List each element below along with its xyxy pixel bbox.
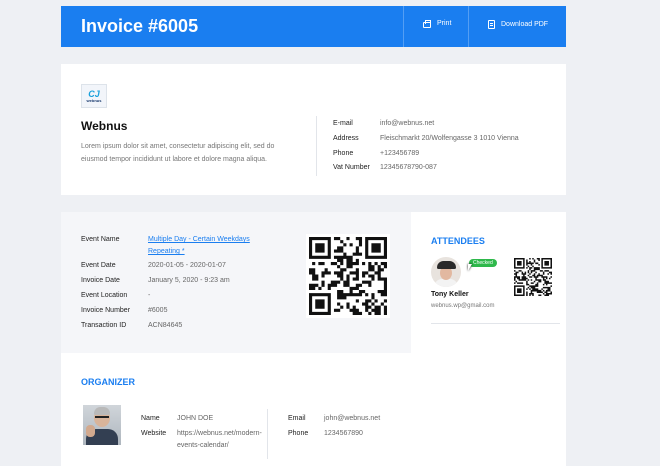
pdf-icon: [488, 20, 495, 29]
phone-key: Phone: [333, 150, 354, 157]
mouse-cursor-icon: [468, 264, 472, 271]
organizer-phone-value: 1234567890: [324, 430, 363, 437]
divider: [316, 116, 317, 176]
organizer-email-value[interactable]: john@webnus.net: [324, 413, 380, 425]
event-name-key: Event Name: [81, 236, 120, 243]
organizer-website-key: Website: [141, 430, 167, 437]
company-card: CJ webnus Webnus Lorem ipsum dolor sit a…: [61, 64, 566, 195]
email-value[interactable]: info@webnus.net: [380, 120, 434, 127]
event-location-value: -: [148, 292, 151, 299]
organizer-title: ORGANIZER: [81, 377, 135, 387]
print-label: Print: [437, 20, 452, 27]
address-key: Address: [333, 135, 359, 142]
attendee-name: Tony Keller: [431, 291, 469, 298]
vat-key: Vat Number: [333, 164, 370, 171]
organizer-phone-key: Phone: [288, 430, 309, 437]
event-date-key: Event Date: [81, 262, 116, 269]
organizer-website-link[interactable]: https://webnus.net/modern-events-calenda…: [177, 428, 267, 452]
email-key: E-mail: [333, 120, 353, 127]
invoice-number-key: Invoice Number: [81, 307, 131, 314]
header-divider: [403, 6, 404, 47]
print-button[interactable]: Print: [423, 19, 452, 28]
event-details-card: Event Name Multiple Day - Certain Weekda…: [61, 212, 411, 353]
organizer-card: ORGANIZER Name JOHN DOE Website https://…: [61, 353, 411, 466]
checked-badge[interactable]: Checked: [469, 259, 497, 267]
page-title: Invoice #6005: [81, 16, 199, 36]
attendee-qr-code: [512, 256, 554, 298]
divider: [267, 409, 268, 459]
divider: [431, 323, 560, 324]
vat-value: 12345678790-087: [380, 164, 437, 171]
event-name-link[interactable]: Multiple Day - Certain Weekdays Repeatin…: [148, 234, 273, 258]
header-divider: [468, 6, 469, 47]
invoice-qr-code: [306, 234, 390, 318]
event-location-key: Event Location: [81, 292, 128, 299]
company-description: Lorem ipsum dolor sit amet, consectetur …: [81, 143, 275, 163]
organizer-photo: [83, 405, 121, 445]
invoice-date-value: January 5, 2020 - 9:23 am: [148, 277, 230, 284]
attendee-avatar: [431, 257, 461, 287]
event-date-value: 2020-01-05 - 2020-01-07: [148, 262, 226, 269]
download-pdf-button[interactable]: Download PDF: [488, 20, 548, 29]
printer-icon: [423, 19, 431, 28]
organizer-name-value: JOHN DOE: [177, 415, 214, 422]
invoice-header: Invoice #6005 Print Download PDF: [61, 6, 566, 47]
company-logo: CJ webnus: [81, 84, 107, 108]
organizer-name-key: Name: [141, 415, 160, 422]
organizer-email-key: Email: [288, 415, 306, 422]
invoice-number-value: #6005: [148, 307, 168, 314]
download-label: Download PDF: [501, 21, 549, 28]
address-value: Fleischmarkt 20/Wolfengasse 3 1010 Vienn…: [380, 135, 519, 142]
company-name: Webnus: [81, 119, 128, 133]
transaction-id-value: ACN84645: [148, 322, 183, 329]
attendee-email: webnus.wp@gmail.com: [431, 303, 495, 309]
attendees-card: ATTENDEES Checked Tony Keller webnus.wp@…: [411, 212, 566, 466]
transaction-id-key: Transaction ID: [81, 322, 127, 329]
invoice-date-key: Invoice Date: [81, 277, 120, 284]
attendees-title: ATTENDEES: [431, 236, 485, 246]
phone-value: +123456789: [380, 150, 420, 157]
